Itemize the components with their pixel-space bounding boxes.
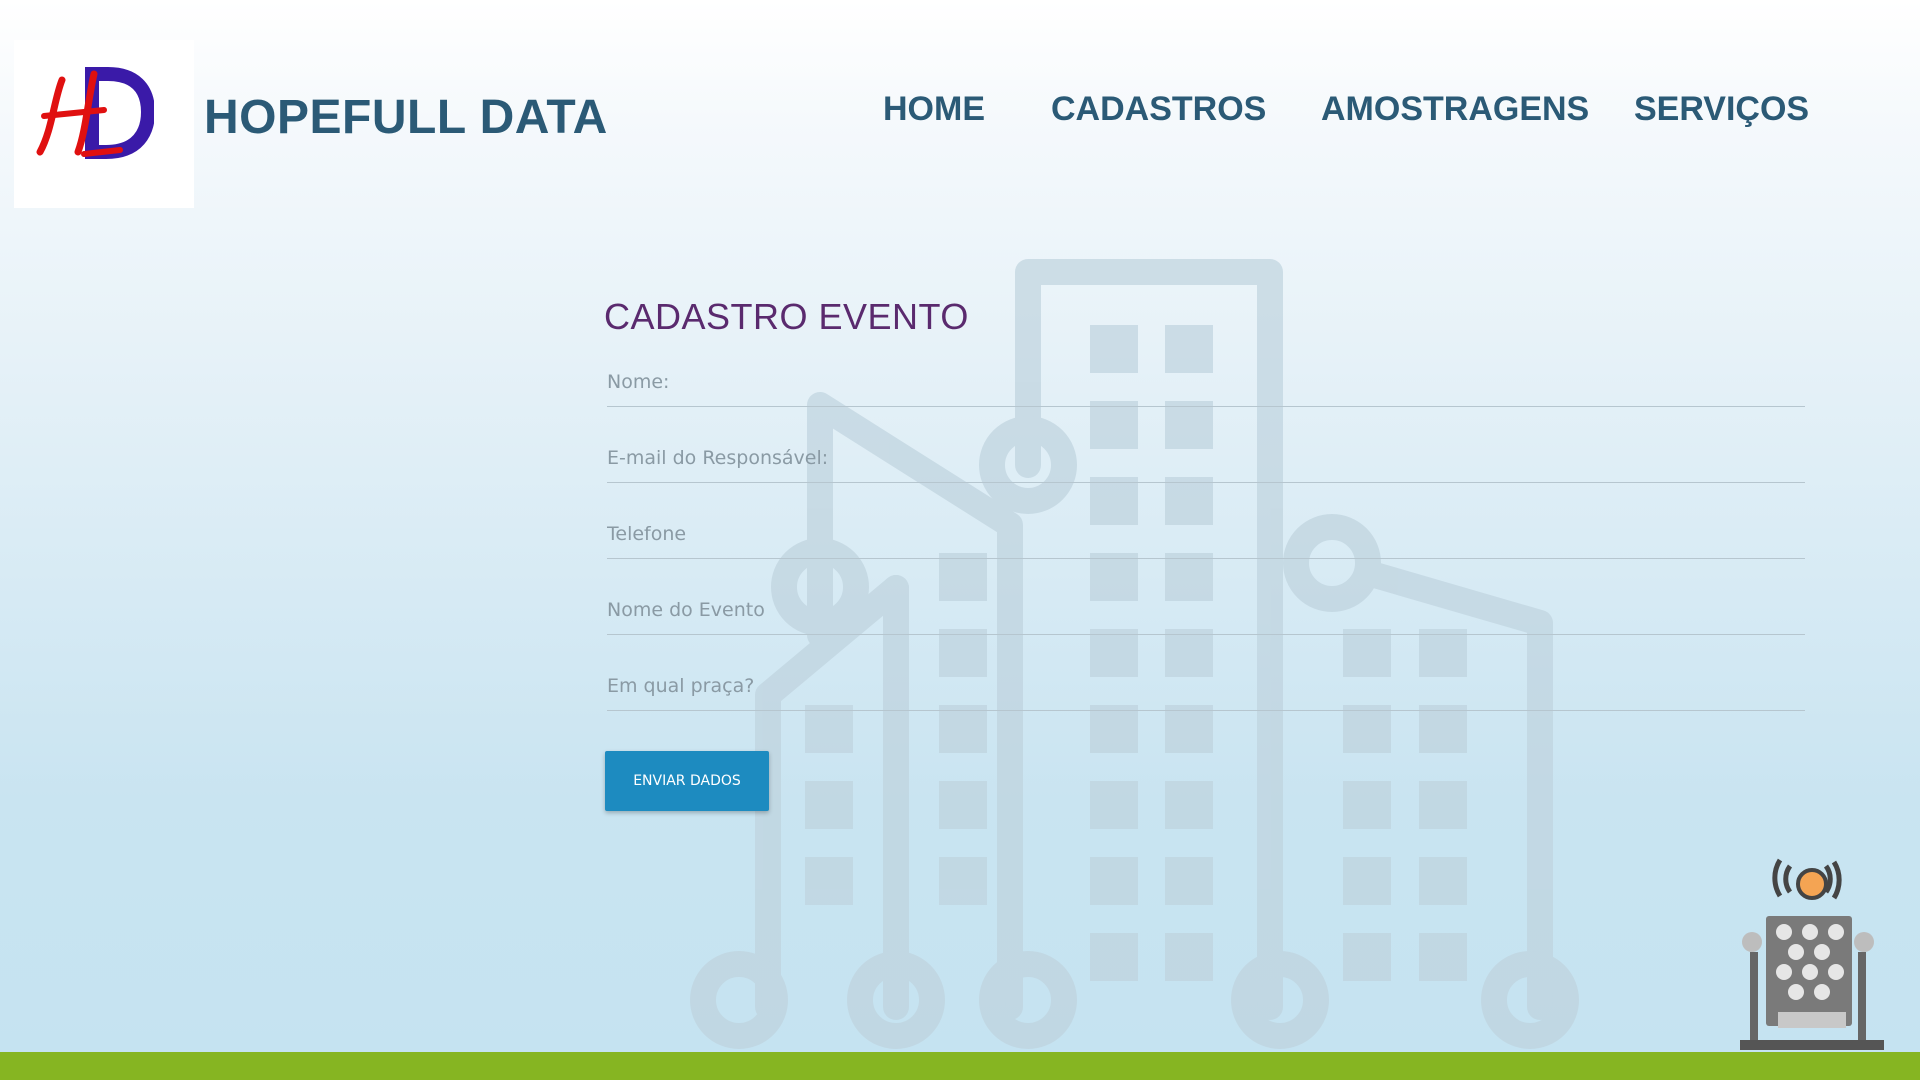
footer-bar [0,1052,1920,1080]
broadcast-robot-icon [1740,858,1884,1050]
phone-input[interactable] [607,514,1805,554]
event-name-input[interactable] [607,590,1805,630]
name-input[interactable] [607,362,1805,402]
phone-field-wrapper [607,514,1805,559]
name-field-wrapper [607,362,1805,407]
nav-home[interactable]: HOME [883,90,985,129]
submit-button[interactable]: ENVIAR DADOS [605,751,769,811]
page-title: CADASTRO EVENTO [604,296,969,337]
nav-amostragens[interactable]: AMOSTRAGENS [1321,90,1589,129]
location-input[interactable] [607,666,1805,706]
main-nav: HOME CADASTROS AMOSTRAGENS SERVIÇOS [0,90,1920,140]
nav-servicos[interactable]: SERVIÇOS [1634,90,1809,129]
event-name-field-wrapper [607,590,1805,635]
location-field-wrapper [607,666,1805,711]
email-field-wrapper [607,438,1805,483]
email-input[interactable] [607,438,1805,478]
nav-cadastros[interactable]: CADASTROS [1051,90,1266,129]
